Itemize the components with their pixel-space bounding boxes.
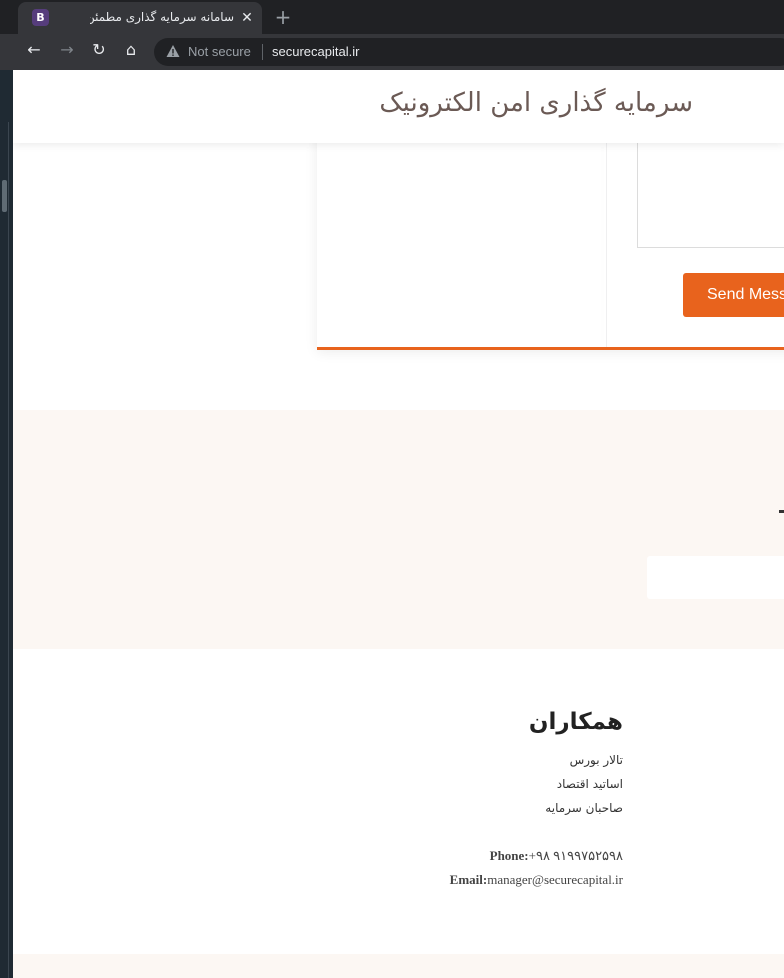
site-title[interactable]: سرمایه گذاری امن الکترونیک bbox=[273, 88, 693, 118]
reload-icon[interactable]: ↻ bbox=[87, 40, 111, 64]
partners-heading: همکاران bbox=[528, 709, 623, 735]
home-icon[interactable]: ⌂ bbox=[119, 40, 143, 64]
phone-value[interactable]: +۹۸ ۹۱۹۹۷۵۲۵۹۸ bbox=[529, 848, 623, 863]
site-footer: همکاران تالار بورس اساتید اقتصاد صاحبان … bbox=[13, 649, 784, 954]
new-tab-button[interactable]: + bbox=[272, 6, 294, 28]
newsletter-section bbox=[13, 410, 784, 649]
email-label: Email: bbox=[449, 872, 488, 887]
panel-divider bbox=[8, 122, 9, 978]
site-header: سرمایه گذاری امن الکترونیک bbox=[13, 70, 784, 143]
email-value[interactable]: manager@securecapital.ir bbox=[487, 872, 623, 887]
security-status[interactable]: Not secure bbox=[188, 44, 251, 59]
browser-tab-active[interactable]: B سامانه سرمایه گذاری مطمئن ✕ bbox=[18, 2, 262, 34]
warning-triangle-icon bbox=[166, 45, 180, 57]
forward-arrow-icon[interactable]: → bbox=[55, 40, 79, 64]
footer-link-stock-exchange[interactable]: تالار بورس bbox=[570, 753, 623, 767]
contact-card: Send Mess bbox=[317, 130, 784, 350]
omnibox-divider bbox=[262, 44, 263, 60]
message-textarea[interactable] bbox=[637, 130, 784, 248]
close-tab-icon[interactable]: ✕ bbox=[238, 9, 256, 27]
newsletter-email-input[interactable] bbox=[647, 556, 784, 599]
card-column-divider bbox=[606, 130, 607, 347]
bootstrap-favicon-icon: B bbox=[32, 9, 49, 26]
left-panel-edge bbox=[0, 70, 13, 978]
footer-bottom-bar bbox=[13, 954, 784, 978]
address-bar[interactable]: Not secure securecapital.ir bbox=[154, 38, 784, 66]
tab-title: سامانه سرمایه گذاری مطمئن bbox=[90, 10, 234, 24]
browser-toolbar: ← → ↻ ⌂ Not secure securecapital.ir bbox=[0, 34, 784, 70]
phone-line: Phone:+۹۸ ۹۱۹۹۷۵۲۵۹۸ bbox=[490, 848, 623, 864]
phone-label: Phone: bbox=[489, 848, 529, 863]
page-viewport: Send Mess سرمایه گذاری امن الکترونیک همک… bbox=[13, 70, 784, 978]
scroll-handle[interactable] bbox=[2, 180, 7, 212]
browser-tabstrip: B سامانه سرمایه گذاری مطمئن ✕ + bbox=[0, 0, 784, 34]
email-line: Email:manager@securecapital.ir bbox=[450, 872, 623, 888]
footer-link-economics-professors[interactable]: اساتید اقتصاد bbox=[557, 777, 623, 791]
section-heading-fragment bbox=[779, 510, 784, 513]
url-text[interactable]: securecapital.ir bbox=[272, 44, 359, 59]
footer-link-capital-owners[interactable]: صاحبان سرمایه bbox=[545, 801, 623, 815]
back-arrow-icon[interactable]: ← bbox=[22, 40, 46, 64]
send-message-button[interactable]: Send Mess bbox=[683, 273, 784, 317]
